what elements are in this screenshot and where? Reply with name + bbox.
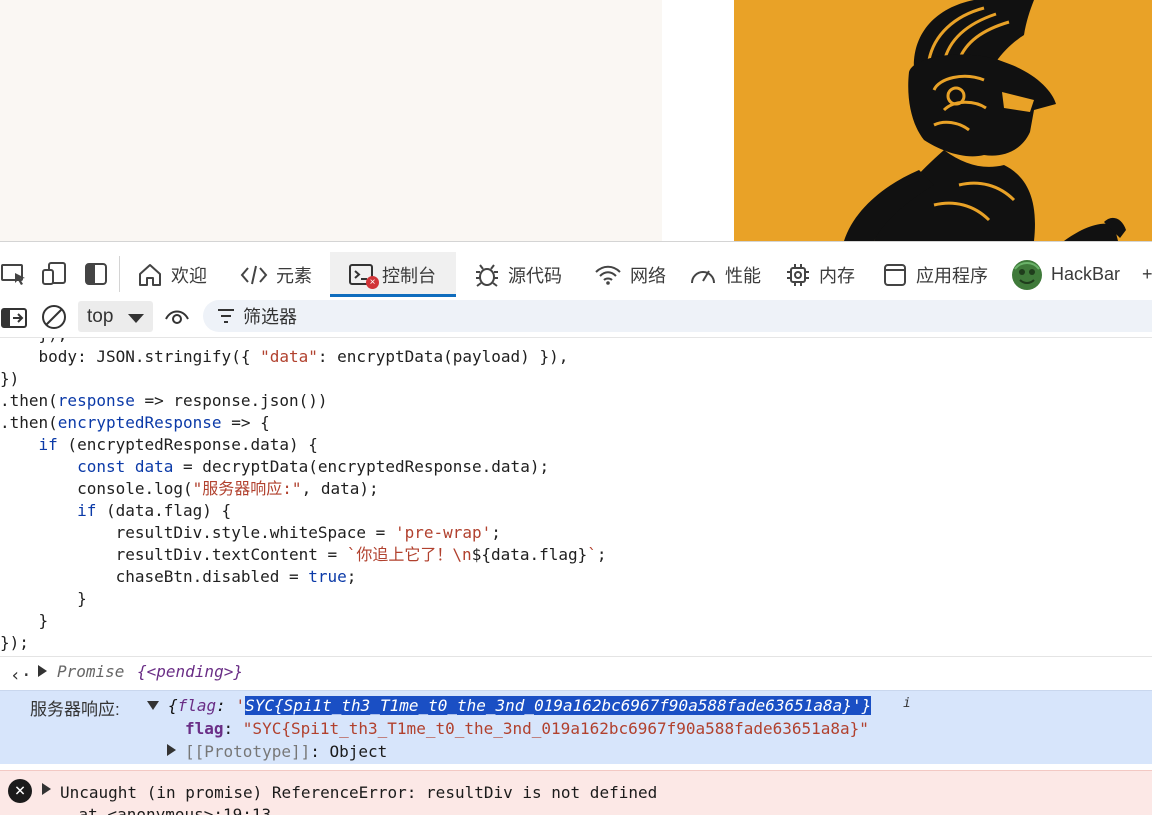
wifi-icon	[595, 265, 621, 285]
chip-icon	[787, 263, 809, 286]
live-expression-eye-icon[interactable]	[163, 303, 191, 331]
tab-network[interactable]: 网络	[594, 252, 666, 297]
bug-icon	[476, 263, 498, 287]
page-blank-area	[0, 0, 662, 241]
code-line: resultDiv.style.whiteSpace = 'pre-wrap';	[0, 523, 501, 542]
error-message: Uncaught (in promise) ReferenceError: re…	[60, 783, 658, 802]
console-log-row: 服务器响应: {flag: 'SYC{Spi1t_th3_T1me_t0_the…	[0, 690, 1152, 764]
expand-arrow-icon[interactable]	[38, 665, 47, 677]
web-page-viewport	[0, 0, 1152, 241]
filter-placeholder: 筛选器	[243, 307, 297, 327]
selected-flag-text[interactable]: SYC{Spi1t_th3_T1me_t0_the_3nd_019a162bc6…	[245, 696, 852, 715]
tab-performance[interactable]: 性能	[689, 252, 761, 297]
clear-console-icon[interactable]	[40, 303, 68, 331]
console-result-row: ‹· Promise {<pending>}	[0, 656, 1152, 690]
code-line: const data = decryptData(encryptedRespon…	[0, 457, 550, 476]
code-line: });	[0, 633, 29, 652]
tab-memory-label: 内存	[819, 265, 855, 286]
code-line: }	[0, 611, 49, 630]
tab-memory[interactable]: 内存	[785, 252, 855, 297]
console-error-row: × Uncaught (in promise) ReferenceError: …	[0, 770, 1152, 815]
context-selector-value: top	[87, 305, 114, 327]
code-line: })	[0, 369, 20, 388]
prototype-expand-icon[interactable]	[167, 744, 176, 756]
device-emulation-icon[interactable]	[40, 260, 68, 288]
toolbar-divider	[119, 256, 120, 292]
code-line: body: JSON.stringify({ "data": encryptDa…	[0, 347, 569, 366]
filter-input[interactable]: 筛选器	[203, 300, 1152, 332]
collapse-arrow-icon[interactable]	[147, 701, 159, 710]
code-tag-icon	[240, 265, 268, 284]
log-prefix: 服务器响应:	[30, 700, 120, 719]
code-line: if (data.flag) {	[0, 501, 232, 520]
tab-performance-label: 性能	[725, 265, 761, 286]
chevron-down-icon	[128, 314, 144, 323]
code-line: chaseBtn.disabled = true;	[0, 567, 357, 586]
tab-hackbar-label: HackBar	[1051, 264, 1121, 284]
tab-welcome-label: 欢迎	[171, 265, 207, 286]
console-output: }), body: JSON.stringify({ "data": encry…	[0, 338, 1152, 815]
console-icon: ×	[348, 262, 379, 289]
more-tabs-button[interactable]: +	[1142, 252, 1152, 297]
error-expand-icon[interactable]	[42, 783, 51, 795]
tab-welcome[interactable]: 欢迎	[137, 252, 207, 297]
spartan-runner-image	[734, 0, 1152, 241]
console-toolbar: top 筛选器	[0, 298, 1152, 338]
hackbar-icon	[1012, 259, 1042, 290]
gauge-icon	[691, 269, 715, 283]
error-icon: ×	[8, 779, 32, 803]
tab-network-label: 网络	[630, 265, 666, 286]
code-line: }),	[0, 338, 68, 346]
tab-elements-label: 元素	[276, 265, 312, 286]
error-stack-trace[interactable]: at <anonymous>:19:13	[40, 805, 272, 815]
dock-side-icon[interactable]	[82, 260, 110, 288]
log-object-preview[interactable]: {flag: 'SYC{Spi1t_th3_T1me_t0_the_3nd_01…	[168, 696, 872, 715]
spartan-illustration	[844, 0, 1126, 241]
tab-console[interactable]: × 控制台	[330, 252, 456, 297]
inspect-element-icon[interactable]	[0, 260, 28, 288]
more-tabs-label: +	[1142, 264, 1152, 284]
devtools-panel: 欢迎 元素 × 控制台 源代码 网络 性能 内存 应用程序 HackBar + …	[0, 241, 1152, 815]
context-selector[interactable]: top	[78, 301, 153, 332]
promise-state: {<pending>}	[137, 662, 243, 681]
promise-label: Promise	[57, 662, 125, 681]
tab-application[interactable]: 应用程序	[882, 252, 988, 297]
flag-property-row: flag: "SYC{Spi1t_th3_T1me_t0_the_3nd_019…	[185, 719, 869, 738]
code-line: .then(encryptedResponse => {	[0, 413, 270, 432]
tab-application-label: 应用程序	[916, 265, 988, 286]
tab-elements[interactable]: 元素	[240, 252, 312, 297]
tab-sources-label: 源代码	[508, 265, 562, 286]
info-icon[interactable]: i	[903, 696, 911, 711]
error-badge-icon: ×	[366, 275, 379, 289]
filter-icon	[218, 309, 234, 323]
tab-sources[interactable]: 源代码	[474, 252, 562, 297]
code-line: }	[0, 589, 87, 608]
tab-hackbar[interactable]: HackBar	[1011, 252, 1120, 297]
code-line: if (encryptedResponse.data) {	[0, 435, 318, 454]
code-line: .then(response => response.json())	[0, 391, 328, 410]
home-icon	[139, 263, 161, 286]
devtools-tabbar: 欢迎 元素 × 控制台 源代码 网络 性能 内存 应用程序 HackBar +	[0, 242, 1152, 298]
tab-console-label: 控制台	[382, 265, 436, 286]
result-arrow-icon: ‹·	[10, 665, 32, 686]
code-line: console.log("服务器响应:", data);	[0, 479, 379, 498]
app-window-icon	[884, 263, 906, 286]
prototype-row[interactable]: [[Prototype]]: Object	[185, 742, 387, 761]
code-line: resultDiv.textContent = `你追上它了！\n${data.…	[0, 545, 607, 564]
show-sidebar-icon[interactable]	[0, 304, 28, 332]
